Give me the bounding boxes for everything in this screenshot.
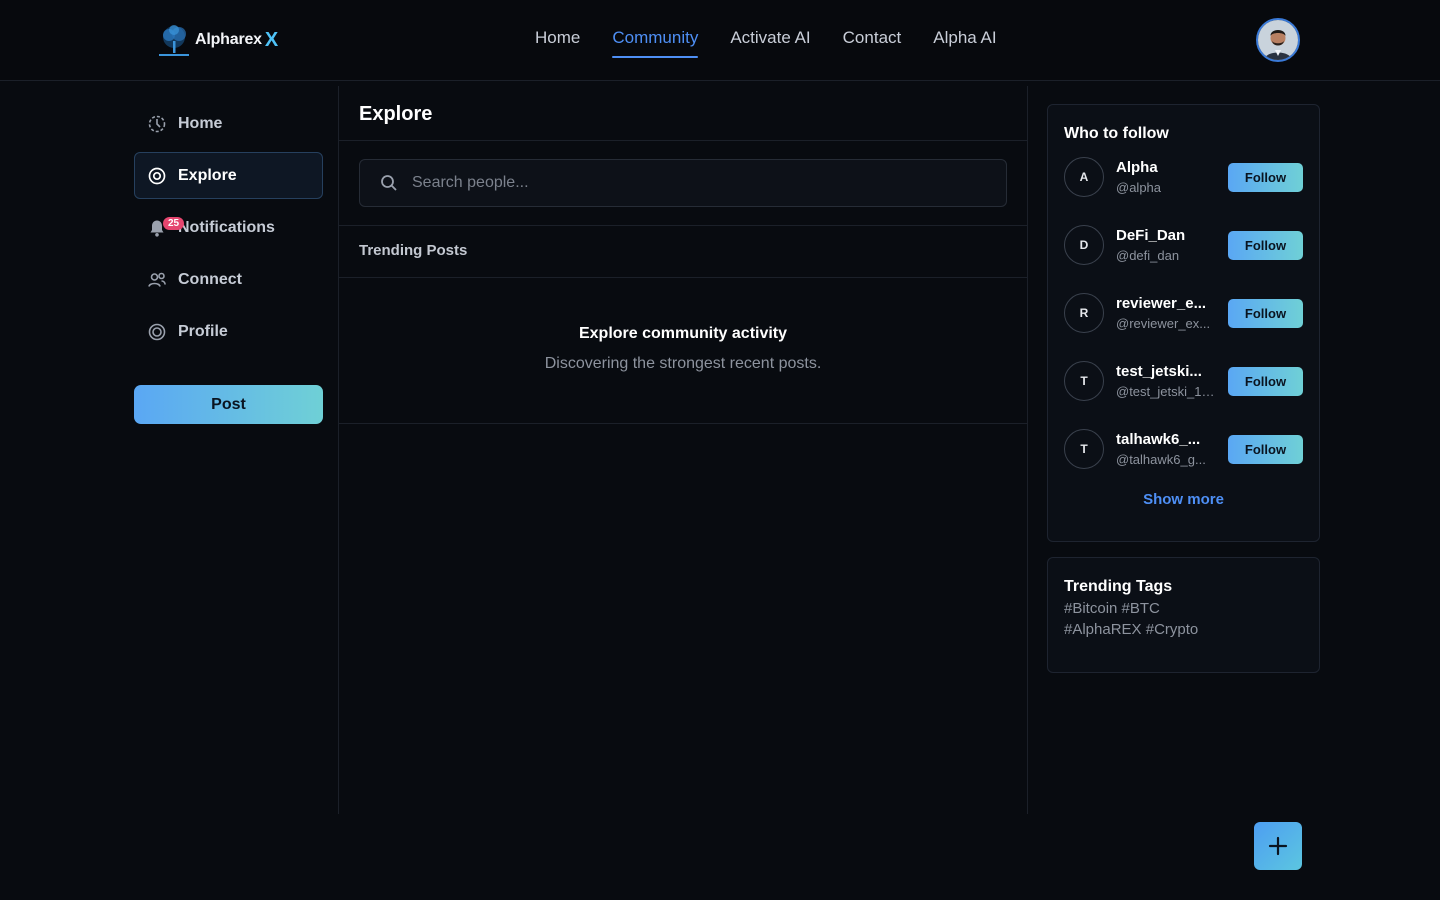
suggestion-name[interactable]: reviewer_e... [1116,295,1216,312]
explore-icon [147,166,167,186]
trending-tags-title: Trending Tags [1064,578,1173,595]
suggestion-handle: @test_jetski_1_... [1116,384,1216,399]
post-button[interactable]: Post [134,385,323,424]
sidebar-item-label: Profile [178,322,228,340]
suggestion-name[interactable]: test_jetski... [1116,363,1216,380]
show-more-link[interactable]: Show more [1064,491,1303,508]
search-input[interactable] [412,174,972,192]
sidebar-item-label: Home [178,114,223,132]
user-avatar[interactable] [1256,18,1300,62]
follow-suggestion: R reviewer_e... @reviewer_ex... Follow [1064,279,1303,347]
sidebar-item-label: Notifications [178,218,275,236]
suggestion-handle: @reviewer_ex... [1116,316,1211,331]
nav-contact[interactable]: Contact [843,28,902,58]
tag-line: #Bitcoin #BTC [1064,600,1303,617]
user-initial-avatar[interactable]: A [1064,157,1104,197]
sidebar-item-profile[interactable]: Profile [134,308,323,355]
nav-community[interactable]: Community [612,28,698,58]
top-nav: Alpharex X Home Community Activate AI Co… [0,0,1440,81]
brand-x-mark: X [264,28,279,51]
users-icon [147,270,167,290]
notification-count-badge: 25 [163,217,185,230]
follow-suggestion: T talhawk6_... @talhawk6_g... Follow [1064,415,1303,483]
user-avatar-icon [1258,20,1298,60]
search-section [339,141,1027,226]
brand-logo[interactable]: Alpharex X [155,20,278,60]
empty-state: Explore community activity Discovering t… [339,278,1027,424]
profile-icon [147,322,167,342]
user-initial-avatar[interactable]: T [1064,429,1104,469]
suggestion-name[interactable]: Alpha [1116,159,1216,176]
suggestion-handle: @talhawk6_g... [1116,452,1206,467]
tree-logo-icon [159,25,189,56]
follow-suggestion: T test_jetski... @test_jetski_1_... Foll… [1064,347,1303,415]
follow-suggestion: A Alpha @alpha Follow [1064,143,1303,211]
follow-button[interactable]: Follow [1228,434,1303,464]
trending-posts-title: Trending Posts [339,226,1027,278]
sidebar-item-notifications[interactable]: 25 Notifications [134,204,323,251]
search-icon [381,175,397,191]
nav-home[interactable]: Home [535,28,580,58]
tag-link[interactable]: #Crypto [1146,621,1199,638]
user-initial-avatar[interactable]: D [1064,225,1104,265]
sidebar-item-home[interactable]: Home [134,100,323,147]
who-to-follow-title: Who to follow [1064,125,1169,142]
suggestion-handle: @alpha [1116,180,1162,195]
follow-suggestion: D DeFi_Dan @defi_dan Follow [1064,211,1303,279]
user-initial-avatar[interactable]: T [1064,361,1104,401]
suggestion-name[interactable]: talhawk6_... [1116,431,1216,448]
nav-alpha-ai[interactable]: Alpha AI [933,28,996,58]
left-sidebar: Home Explore 25 Notifications Connect Pr… [134,100,323,424]
empty-state-title: Explore community activity [578,325,788,342]
follow-button[interactable]: Follow [1228,298,1303,328]
follow-button[interactable]: Follow [1228,366,1303,396]
new-post-fab[interactable] [1254,822,1302,870]
sidebar-item-connect[interactable]: Connect [134,256,323,303]
sidebar-item-label: Connect [178,270,242,288]
empty-state-subtitle: Discovering the strongest recent posts. [544,355,822,372]
follow-button[interactable]: Follow [1228,230,1303,260]
trending-tags-card: Trending Tags #Bitcoin #BTC #AlphaREX #C… [1047,557,1320,673]
tag-link[interactable]: #BTC [1122,600,1160,617]
suggestion-handle: @defi_dan [1116,248,1180,263]
plus-icon [1268,836,1288,856]
user-initial-avatar[interactable]: R [1064,293,1104,333]
home-icon [147,114,167,134]
tag-link[interactable]: #Bitcoin [1064,600,1117,617]
search-box[interactable] [359,159,1007,207]
nav-activate-ai[interactable]: Activate AI [730,28,810,58]
page-title: Explore [339,86,1027,141]
sidebar-item-label: Explore [178,166,237,184]
brand-name: Alpharex [195,31,262,48]
sidebar-item-explore[interactable]: Explore [134,152,323,199]
main-nav: Home Community Activate AI Contact Alpha… [535,28,997,58]
suggestion-name[interactable]: DeFi_Dan [1116,227,1216,244]
follow-button[interactable]: Follow [1228,162,1303,192]
tag-link[interactable]: #AlphaREX [1064,621,1142,638]
explore-main: Explore Trending Posts Explore community… [338,86,1028,814]
tag-line: #AlphaREX #Crypto [1064,621,1303,638]
who-to-follow-card: Who to follow A Alpha @alpha Follow D De… [1047,104,1320,542]
